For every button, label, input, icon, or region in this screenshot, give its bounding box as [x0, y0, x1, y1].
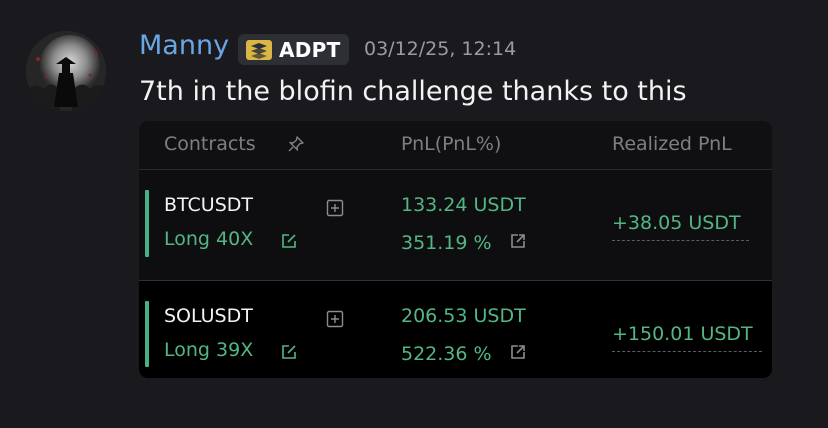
- trade-screenshot[interactable]: Contracts PnL(PnL%) Realized PnL BTCUSDT…: [139, 121, 772, 378]
- edit-icon[interactable]: [280, 343, 298, 361]
- contract-leverage: Long 40X: [164, 228, 254, 250]
- pnl-percent: 351.19 %: [401, 232, 492, 254]
- realized-underline: [612, 240, 749, 241]
- server-tag[interactable]: ADPT: [238, 34, 349, 65]
- timestamp: 03/12/25, 12:14: [364, 38, 517, 60]
- message-text: 7th in the blofin challenge thanks to th…: [139, 76, 687, 107]
- realized-underline: [612, 351, 762, 352]
- pnl-value: 133.24 USDT: [401, 194, 526, 216]
- add-box-icon[interactable]: [326, 310, 344, 328]
- server-tag-label: ADPT: [279, 37, 341, 62]
- edit-icon[interactable]: [280, 232, 298, 250]
- position-indicator: [145, 301, 149, 367]
- share-icon[interactable]: [509, 232, 527, 250]
- realized-pnl: +150.01 USDT: [612, 323, 753, 345]
- header-realized-pnl: Realized PnL: [612, 133, 732, 155]
- position-indicator: [145, 190, 149, 257]
- avatar[interactable]: [26, 31, 106, 111]
- pnl-percent: 522.36 %: [401, 343, 492, 365]
- realized-pnl: +38.05 USDT: [612, 212, 741, 234]
- contract-symbol: SOLUSDT: [164, 305, 253, 327]
- table-row[interactable]: BTCUSDT Long 40X 133.24 USDT 351.19 % +3…: [139, 169, 772, 280]
- header-pnl: PnL(PnL%): [401, 133, 502, 155]
- server-tag-icon: [246, 39, 272, 60]
- table-row[interactable]: SOLUSDT Long 39X 206.53 USDT 522.36 % +1…: [139, 280, 772, 378]
- contract-symbol: BTCUSDT: [164, 194, 253, 216]
- avatar-image: [26, 31, 106, 111]
- contract-leverage: Long 39X: [164, 339, 254, 361]
- header-contracts: Contracts: [164, 133, 256, 155]
- share-icon[interactable]: [509, 343, 527, 361]
- add-box-icon[interactable]: [326, 199, 344, 217]
- pin-icon[interactable]: [287, 135, 305, 153]
- username[interactable]: Manny: [139, 30, 229, 61]
- pnl-value: 206.53 USDT: [401, 305, 526, 327]
